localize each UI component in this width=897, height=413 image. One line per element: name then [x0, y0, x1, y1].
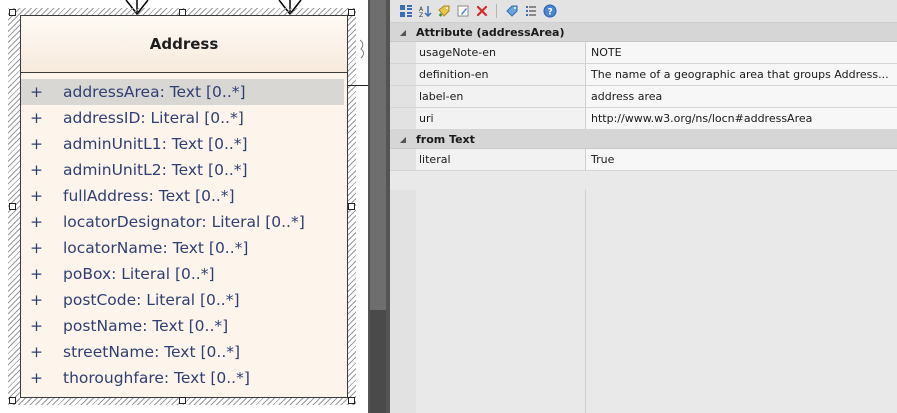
- visibility-marker: +: [30, 161, 43, 179]
- connector-line-outgoing[interactable]: [348, 85, 368, 86]
- property-row[interactable]: definition-en The name of a geographic a…: [390, 64, 897, 86]
- visibility-marker: +: [30, 343, 43, 361]
- property-row[interactable]: usageNote-en NOTE: [390, 42, 897, 64]
- attribute-text: addressID: Literal [0..*]: [63, 109, 244, 127]
- resize-handle-top-right[interactable]: [348, 9, 355, 16]
- visibility-marker: +: [30, 317, 43, 335]
- attribute-row[interactable]: + postCode: Literal [0..*]: [21, 287, 347, 313]
- attribute-text: postCode: Literal [0..*]: [63, 291, 240, 309]
- resize-handle-bottom-left[interactable]: [9, 397, 16, 404]
- help-icon[interactable]: ?: [542, 4, 557, 19]
- property-row[interactable]: literal True: [390, 149, 897, 171]
- class-element-address[interactable]: Address + addressArea: Text [0..*] + addre…: [20, 15, 348, 398]
- toolbar-separator: [496, 4, 497, 18]
- visibility-marker: +: [30, 135, 43, 153]
- delete-icon[interactable]: [474, 4, 489, 19]
- attribute-row[interactable]: + addressID: Literal [0..*]: [21, 105, 347, 131]
- category-header[interactable]: ◢ Attribute (addressArea): [390, 23, 897, 42]
- attribute-row[interactable]: + postName: Text [0..*]: [21, 313, 347, 339]
- row-gutter: [390, 86, 416, 107]
- attribute-row[interactable]: + adminUnitL2: Text [0..*]: [21, 157, 347, 183]
- attribute-row[interactable]: + fullAddress: Text [0..*]: [21, 183, 347, 209]
- resize-handle-bottom-right[interactable]: [348, 397, 355, 404]
- property-name: uri: [416, 108, 586, 129]
- connector-label-glyph-icon: [359, 39, 364, 59]
- attribute-text: adminUnitL1: Text [0..*]: [63, 135, 248, 153]
- visibility-marker: +: [30, 83, 43, 101]
- attribute-row[interactable]: + locatorDesignator: Literal [0..*]: [21, 209, 347, 235]
- category-title: from Text: [416, 132, 475, 146]
- property-grid: ◢ Attribute (addressArea) usageNote-en N…: [390, 23, 897, 171]
- scrollbar-track[interactable]: [370, 310, 386, 413]
- new-tag-icon[interactable]: [436, 4, 451, 19]
- property-value[interactable]: NOTE: [586, 42, 897, 63]
- attribute-list: + addressArea: Text [0..*] + addressID: Li…: [21, 73, 347, 391]
- attribute-row[interactable]: + streetName: Text [0..*]: [21, 339, 347, 365]
- tag-icon[interactable]: [504, 4, 519, 19]
- panel-splitter[interactable]: [368, 0, 390, 413]
- grid-empty-gutter: [390, 190, 416, 413]
- properties-panel: AZ ? ◢ Attribute (addressArea) usageNote…: [390, 0, 897, 413]
- attribute-row[interactable]: + adminUnitL1: Text [0..*]: [21, 131, 347, 157]
- attribute-text: thoroughfare: Text [0..*]: [63, 369, 250, 387]
- attribute-row[interactable]: + thoroughfare: Text [0..*]: [21, 365, 347, 391]
- attribute-text: streetName: Text [0..*]: [63, 343, 241, 361]
- svg-text:?: ?: [547, 8, 552, 18]
- property-row[interactable]: uri http://www.w3.org/ns/locn#addressAre…: [390, 108, 897, 130]
- visibility-marker: +: [30, 213, 43, 231]
- property-value[interactable]: address area: [586, 86, 897, 107]
- visibility-marker: +: [30, 239, 43, 257]
- property-value[interactable]: http://www.w3.org/ns/locn#addressArea: [586, 108, 897, 129]
- collapse-triangle-icon[interactable]: ◢: [390, 135, 416, 144]
- attribute-text: adminUnitL2: Text [0..*]: [63, 161, 248, 179]
- visibility-marker: +: [30, 109, 43, 127]
- visibility-marker: +: [30, 369, 43, 387]
- category-header[interactable]: ◢ from Text: [390, 130, 897, 149]
- class-name[interactable]: Address: [21, 16, 347, 73]
- column-divider[interactable]: [585, 190, 586, 413]
- attribute-text: poBox: Literal [0..*]: [63, 265, 215, 283]
- category-title: Attribute (addressArea): [416, 25, 565, 39]
- attribute-row[interactable]: + poBox: Literal [0..*]: [21, 261, 347, 287]
- attribute-text: addressArea: Text [0..*]: [63, 83, 246, 101]
- attribute-text: locatorDesignator: Literal [0..*]: [63, 213, 305, 231]
- properties-toolbar: AZ ?: [390, 0, 897, 23]
- collapse-triangle-icon[interactable]: ◢: [390, 28, 416, 37]
- svg-text:Z: Z: [419, 12, 423, 18]
- resize-handle-middle-left[interactable]: [9, 203, 16, 210]
- row-gutter: [390, 108, 416, 129]
- resize-handle-middle-right[interactable]: [348, 203, 355, 210]
- visibility-marker: +: [30, 187, 43, 205]
- resize-handle-top-center[interactable]: [179, 9, 186, 16]
- property-value[interactable]: True: [586, 149, 897, 170]
- list-icon[interactable]: [523, 4, 538, 19]
- attribute-text: postName: Text [0..*]: [63, 317, 229, 335]
- property-name: usageNote-en: [416, 42, 586, 63]
- row-gutter: [390, 64, 416, 85]
- scrollbar-thumb[interactable]: [370, 0, 386, 310]
- edit-icon[interactable]: [455, 4, 470, 19]
- property-value[interactable]: The name of a geographic area that group…: [586, 64, 897, 85]
- property-name: definition-en: [416, 64, 586, 85]
- property-row[interactable]: label-en address area: [390, 86, 897, 108]
- property-name: literal: [416, 149, 586, 170]
- visibility-marker: +: [30, 265, 43, 283]
- attribute-row[interactable]: + addressArea: Text [0..*]: [21, 79, 344, 105]
- property-name: label-en: [416, 86, 586, 107]
- sort-alpha-icon[interactable]: AZ: [417, 4, 432, 19]
- visibility-marker: +: [30, 291, 43, 309]
- row-gutter: [390, 149, 416, 170]
- attribute-text: locatorName: Text [0..*]: [63, 239, 249, 257]
- resize-handle-top-left[interactable]: [9, 9, 16, 16]
- categorize-icon[interactable]: [398, 4, 413, 19]
- resize-handle-bottom-center[interactable]: [179, 397, 186, 404]
- diagram-canvas[interactable]: Address + addressArea: Text [0..*] + addre…: [0, 0, 368, 413]
- row-gutter: [390, 42, 416, 63]
- attribute-text: fullAddress: Text [0..*]: [63, 187, 235, 205]
- attribute-row[interactable]: + locatorName: Text [0..*]: [21, 235, 347, 261]
